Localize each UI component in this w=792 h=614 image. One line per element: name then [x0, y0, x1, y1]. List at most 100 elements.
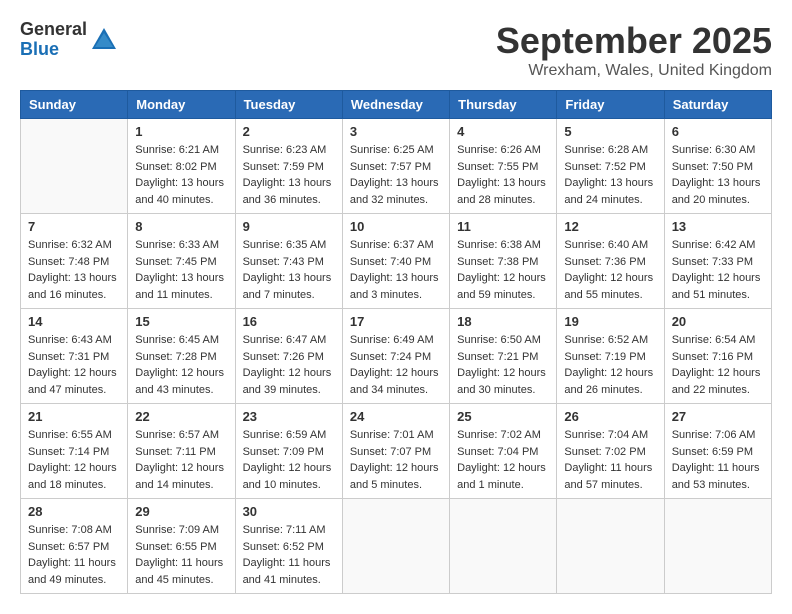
week-row-5: 28Sunrise: 7:08 AM Sunset: 6:57 PM Dayli…: [21, 499, 772, 594]
day-info: Sunrise: 6:23 AM Sunset: 7:59 PM Dayligh…: [243, 142, 335, 208]
day-number: 12: [564, 219, 656, 234]
day-cell-20: 20 Sunrise: 6:54 AM Sunset: 7:16 PM Dayli…: [664, 309, 771, 404]
week-row-2: 7 Sunrise: 6:32 AM Sunset: 7:48 PM Daylig…: [21, 214, 772, 309]
day-info: Sunrise: 7:11 AM Sunset: 6:52 PM Dayligh…: [243, 522, 335, 588]
day-number: 14: [28, 314, 120, 329]
day-cell-14: 14Sunrise: 6:43 AM Sunset: 7:31 PM Dayli…: [21, 309, 128, 404]
empty-cell: [664, 499, 771, 594]
day-info: Sunrise: 6:21 AM Sunset: 8:02 PM Dayligh…: [135, 142, 227, 208]
day-cell-12: 12Sunrise: 6:40 AM Sunset: 7:36 PM Dayli…: [557, 214, 664, 309]
day-info: Sunrise: 6:47 AM Sunset: 7:26 PM Dayligh…: [243, 332, 335, 398]
day-cell-9: 9 Sunrise: 6:35 AM Sunset: 7:43 PM Daylig…: [235, 214, 342, 309]
day-cell-24: 24 Sunrise: 7:01 AM Sunset: 7:07 PM Dayli…: [342, 404, 449, 499]
day-number: 29: [135, 504, 227, 519]
day-number: 17: [350, 314, 442, 329]
col-header-monday: Monday: [128, 91, 235, 119]
day-cell-11: 11 Sunrise: 6:38 AM Sunset: 7:38 PM Dayli…: [450, 214, 557, 309]
day-number: 13: [672, 219, 764, 234]
page-header: General Blue September 2025 Wrexham, Wal…: [20, 20, 772, 80]
day-number: 15: [135, 314, 227, 329]
day-number: 18: [457, 314, 549, 329]
day-cell-2: 2Sunrise: 6:23 AM Sunset: 7:59 PM Daylig…: [235, 119, 342, 214]
day-number: 27: [672, 409, 764, 424]
day-info: Sunrise: 6:42 AM Sunset: 7:33 PM Dayligh…: [672, 237, 764, 303]
day-info: Sunrise: 6:50 AM Sunset: 7:21 PM Dayligh…: [457, 332, 549, 398]
day-cell-15: 15 Sunrise: 6:45 AM Sunset: 7:28 PM Dayli…: [128, 309, 235, 404]
day-number: 21: [28, 409, 120, 424]
day-number: 6: [672, 124, 764, 139]
day-cell-18: 18 Sunrise: 6:50 AM Sunset: 7:21 PM Dayli…: [450, 309, 557, 404]
day-number: 7: [28, 219, 120, 234]
logo-general: General: [20, 20, 87, 40]
day-cell-13: 13 Sunrise: 6:42 AM Sunset: 7:33 PM Dayli…: [664, 214, 771, 309]
day-info: Sunrise: 6:32 AM Sunset: 7:48 PM Dayligh…: [28, 237, 120, 303]
day-number: 30: [243, 504, 335, 519]
day-info: Sunrise: 6:25 AM Sunset: 7:57 PM Dayligh…: [350, 142, 442, 208]
day-info: Sunrise: 7:08 AM Sunset: 6:57 PM Dayligh…: [28, 522, 120, 588]
day-number: 25: [457, 409, 549, 424]
day-cell-25: 25 Sunrise: 7:02 AM Sunset: 7:04 PM Dayli…: [450, 404, 557, 499]
logo-icon: [89, 25, 119, 55]
logo: General Blue: [20, 20, 119, 60]
empty-cell: [21, 119, 128, 214]
week-row-4: 21 Sunrise: 6:55 AM Sunset: 7:14 PM Dayli…: [21, 404, 772, 499]
title-block: September 2025 Wrexham, Wales, United Ki…: [496, 20, 772, 80]
calendar-header-row: SundayMondayTuesdayWednesdayThursdayFrid…: [21, 91, 772, 119]
empty-cell: [557, 499, 664, 594]
empty-cell: [450, 499, 557, 594]
day-info: Sunrise: 6:45 AM Sunset: 7:28 PM Dayligh…: [135, 332, 227, 398]
day-number: 1: [135, 124, 227, 139]
day-cell-5: 5 Sunrise: 6:28 AM Sunset: 7:52 PM Daylig…: [557, 119, 664, 214]
day-info: Sunrise: 6:49 AM Sunset: 7:24 PM Dayligh…: [350, 332, 442, 398]
day-number: 20: [672, 314, 764, 329]
day-number: 19: [564, 314, 656, 329]
day-info: Sunrise: 7:06 AM Sunset: 6:59 PM Dayligh…: [672, 427, 764, 493]
day-info: Sunrise: 6:52 AM Sunset: 7:19 PM Dayligh…: [564, 332, 656, 398]
day-number: 10: [350, 219, 442, 234]
day-info: Sunrise: 6:57 AM Sunset: 7:11 PM Dayligh…: [135, 427, 227, 493]
day-number: 3: [350, 124, 442, 139]
day-number: 22: [135, 409, 227, 424]
day-number: 4: [457, 124, 549, 139]
day-number: 8: [135, 219, 227, 234]
day-info: Sunrise: 6:38 AM Sunset: 7:38 PM Dayligh…: [457, 237, 549, 303]
day-cell-8: 8Sunrise: 6:33 AM Sunset: 7:45 PM Daylig…: [128, 214, 235, 309]
day-number: 5: [564, 124, 656, 139]
day-info: Sunrise: 6:55 AM Sunset: 7:14 PM Dayligh…: [28, 427, 120, 493]
day-cell-1: 1 Sunrise: 6:21 AM Sunset: 8:02 PM Daylig…: [128, 119, 235, 214]
day-info: Sunrise: 7:04 AM Sunset: 7:02 PM Dayligh…: [564, 427, 656, 493]
day-info: Sunrise: 7:02 AM Sunset: 7:04 PM Dayligh…: [457, 427, 549, 493]
col-header-saturday: Saturday: [664, 91, 771, 119]
week-row-3: 14Sunrise: 6:43 AM Sunset: 7:31 PM Dayli…: [21, 309, 772, 404]
day-info: Sunrise: 6:30 AM Sunset: 7:50 PM Dayligh…: [672, 142, 764, 208]
week-row-1: 1 Sunrise: 6:21 AM Sunset: 8:02 PM Daylig…: [21, 119, 772, 214]
logo-blue: Blue: [20, 40, 87, 60]
col-header-tuesday: Tuesday: [235, 91, 342, 119]
day-cell-22: 22 Sunrise: 6:57 AM Sunset: 7:11 PM Dayli…: [128, 404, 235, 499]
day-cell-23: 23Sunrise: 6:59 AM Sunset: 7:09 PM Dayli…: [235, 404, 342, 499]
day-cell-21: 21 Sunrise: 6:55 AM Sunset: 7:14 PM Dayli…: [21, 404, 128, 499]
day-number: 24: [350, 409, 442, 424]
day-number: 11: [457, 219, 549, 234]
day-info: Sunrise: 6:28 AM Sunset: 7:52 PM Dayligh…: [564, 142, 656, 208]
day-cell-16: 16Sunrise: 6:47 AM Sunset: 7:26 PM Dayli…: [235, 309, 342, 404]
col-header-friday: Friday: [557, 91, 664, 119]
day-cell-3: 3 Sunrise: 6:25 AM Sunset: 7:57 PM Daylig…: [342, 119, 449, 214]
empty-cell: [342, 499, 449, 594]
day-number: 9: [243, 219, 335, 234]
day-info: Sunrise: 7:01 AM Sunset: 7:07 PM Dayligh…: [350, 427, 442, 493]
day-number: 26: [564, 409, 656, 424]
location: Wrexham, Wales, United Kingdom: [496, 62, 772, 80]
day-info: Sunrise: 6:54 AM Sunset: 7:16 PM Dayligh…: [672, 332, 764, 398]
day-cell-6: 6 Sunrise: 6:30 AM Sunset: 7:50 PM Daylig…: [664, 119, 771, 214]
day-cell-28: 28Sunrise: 7:08 AM Sunset: 6:57 PM Dayli…: [21, 499, 128, 594]
day-cell-26: 26 Sunrise: 7:04 AM Sunset: 7:02 PM Dayli…: [557, 404, 664, 499]
day-info: Sunrise: 6:37 AM Sunset: 7:40 PM Dayligh…: [350, 237, 442, 303]
day-number: 23: [243, 409, 335, 424]
col-header-sunday: Sunday: [21, 91, 128, 119]
day-cell-27: 27 Sunrise: 7:06 AM Sunset: 6:59 PM Dayli…: [664, 404, 771, 499]
day-cell-19: 19 Sunrise: 6:52 AM Sunset: 7:19 PM Dayli…: [557, 309, 664, 404]
day-cell-29: 29 Sunrise: 7:09 AM Sunset: 6:55 PM Dayli…: [128, 499, 235, 594]
day-info: Sunrise: 7:09 AM Sunset: 6:55 PM Dayligh…: [135, 522, 227, 588]
day-info: Sunrise: 6:35 AM Sunset: 7:43 PM Dayligh…: [243, 237, 335, 303]
